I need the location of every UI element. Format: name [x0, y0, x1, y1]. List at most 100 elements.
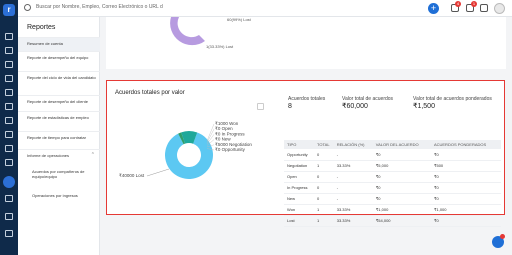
table-cell: Lost [284, 215, 315, 227]
settings-icon[interactable] [5, 213, 13, 220]
deals-by-value-card: Acuerdos totales por valor Acuerdos tota… [106, 80, 505, 227]
sidebar-subitem-deals-by-team[interactable]: Acuerdos por compañeros de equipo/equipo [32, 169, 94, 179]
table-cell: 33.33% [333, 215, 373, 227]
table-cell: 33.33% [333, 204, 373, 216]
table-cell: ₹1,000 [430, 204, 501, 216]
mail-icon[interactable] [5, 145, 13, 152]
table-cell: - [333, 171, 373, 183]
stat-weighted-value: Valor total de acuerdos ponderados ₹1,50… [413, 96, 493, 110]
pie-label: ₹0 Opportunity [215, 147, 246, 152]
table-cell: 0 [314, 182, 334, 194]
previous-lost2-label: 1(33.33%) Lost [206, 44, 234, 49]
sidebar-item-account-summary[interactable]: Resumen de cuenta [18, 37, 100, 51]
table-cell: Opportunity [284, 149, 315, 161]
add-button[interactable]: + [428, 3, 439, 14]
col-header-total[interactable]: TOTAL [314, 140, 334, 149]
table-cell: 1 [314, 215, 334, 227]
stat-value: ₹1,500 [413, 103, 435, 110]
table-cell: In Progress [284, 182, 315, 194]
automation-icon[interactable] [5, 195, 13, 202]
jobs-icon[interactable] [5, 47, 13, 54]
table-cell: - [333, 149, 373, 161]
contacts-icon[interactable] [5, 89, 13, 96]
dashboard-icon[interactable] [5, 33, 13, 40]
card-options-button[interactable] [257, 103, 264, 110]
reports-sidebar: Reportes Resumen de cuenta Reporte de de… [18, 17, 100, 255]
table-cell: ₹0 [430, 182, 501, 194]
calendar-icon[interactable] [5, 131, 13, 138]
reports-icon[interactable] [3, 176, 15, 188]
sidebar-title: Reportes [27, 24, 56, 31]
clients-icon[interactable] [5, 75, 13, 82]
table-cell: ₹0 [430, 215, 501, 227]
table-cell: ₹0 [372, 149, 431, 161]
col-header-ratio[interactable]: RELACIÓN (%) [333, 140, 373, 149]
card-title: Acuerdos totales por valor [115, 90, 185, 96]
col-header-deal-value[interactable]: VALOR DEL ACUERDO [372, 140, 431, 149]
operations-table: TIPO TOTAL RELACIÓN (%) VALOR DEL ACUERD… [284, 140, 501, 227]
sidebar-item-operations-report[interactable]: Informe de operaciones ⌃ [18, 149, 100, 163]
search-input[interactable]: Buscar por Nombre, Empleo, Correo Electr… [36, 4, 163, 10]
sidebar-item-time-to-hire[interactable]: Reporte de tiempo para contratar [18, 131, 100, 149]
table-row: Negotiation 1 33.33% ₹5,000 ₹500 [284, 160, 501, 172]
tasks-icon[interactable] [5, 117, 13, 124]
table-cell: - [333, 193, 373, 205]
app-logo-icon[interactable]: r [3, 4, 15, 16]
sidebar-item-employment-stats[interactable]: Reporte de estadísticas de empleo [18, 111, 100, 131]
table-row: In Progress 0- ₹0 ₹0 [284, 182, 501, 194]
analytics-icon[interactable] [5, 159, 13, 166]
stat-label: Acuerdos totales [288, 96, 326, 102]
table-row: Lost 1 33.33% ₹54,000 ₹0 [284, 215, 501, 227]
sidebar-item-team-performance[interactable]: Reporte de desempeño del equipo [18, 51, 100, 71]
table-cell: 1 [314, 204, 334, 216]
global-search[interactable]: Buscar por Nombre, Empleo, Correo Electr… [24, 3, 184, 14]
table-cell: ₹0 [372, 193, 431, 205]
table-cell: 33.33% [333, 160, 373, 172]
stat-label: Valor total de acuerdos [342, 96, 394, 102]
gift-icon[interactable] [480, 4, 488, 12]
table-cell: ₹0 [372, 171, 431, 183]
table-cell: Negotiation [284, 160, 315, 172]
table-cell: Won [284, 204, 315, 216]
stat-total-deals: Acuerdos totales 8 [288, 96, 325, 110]
sidebar-item-label: Informe de operaciones [27, 153, 70, 158]
deals-icon[interactable] [5, 103, 13, 110]
stat-value: 8 [288, 103, 292, 110]
chat-widget-button[interactable] [492, 234, 505, 248]
table-cell: New [284, 193, 315, 205]
table-cell: ₹1,000 [372, 204, 431, 216]
inbox-badge: 1 [471, 1, 477, 7]
help-icon[interactable] [5, 230, 13, 237]
table-cell: 1 [314, 160, 334, 172]
table-cell: 0 [314, 171, 334, 183]
stat-value: ₹60,000 [342, 103, 368, 110]
col-header-weighted[interactable]: ACUERDOS PONDERADOS [430, 140, 501, 149]
search-icon [24, 4, 31, 11]
user-avatar[interactable] [494, 3, 505, 14]
table-cell: ₹500 [430, 160, 501, 172]
table-row: Open 0- ₹0 ₹0 [284, 171, 501, 183]
deals-donut-chart: ₹40000 Lost₹1000 Won₹0 Open₹0 In Progres… [119, 121, 252, 179]
table-row: Won 1 33.33% ₹1,000 ₹1,000 [284, 204, 501, 216]
table-cell: 0 [314, 193, 334, 205]
sidebar-item-client-performance[interactable]: Reporte de desempeño del cliente [18, 95, 100, 111]
table-cell: ₹0 [372, 182, 431, 194]
table-row: New 0- ₹0 ₹0 [284, 193, 501, 205]
chevron-up-icon: ⌃ [90, 152, 95, 158]
stat-label: Valor total de acuerdos ponderados [413, 96, 492, 102]
chat-badge [500, 234, 505, 239]
sidebar-subitem-operations-by-revenue[interactable]: Operaciones por ingresos [32, 193, 78, 198]
lost-slice [170, 17, 205, 46]
previous-lost-label: 60(99%) Lost [227, 17, 251, 22]
notifications-badge: 4 [455, 1, 461, 7]
sidebar-item-candidate-lifecycle[interactable]: Reporte del ciclo de vida del candidato [18, 71, 100, 95]
candidates-icon[interactable] [5, 61, 13, 68]
previous-report-card: 60(99%) Lost 1(33.33%) Lost [106, 17, 506, 69]
stat-total-value: Valor total de acuerdos ₹60,000 [342, 96, 393, 110]
col-header-type[interactable]: TIPO [284, 140, 315, 149]
previous-donut-chart [170, 17, 205, 46]
pie-leader-line [146, 168, 170, 177]
table-cell: ₹0 [430, 193, 501, 205]
pie-label-lost: ₹40000 Lost [119, 173, 145, 178]
table-cell: - [333, 182, 373, 194]
